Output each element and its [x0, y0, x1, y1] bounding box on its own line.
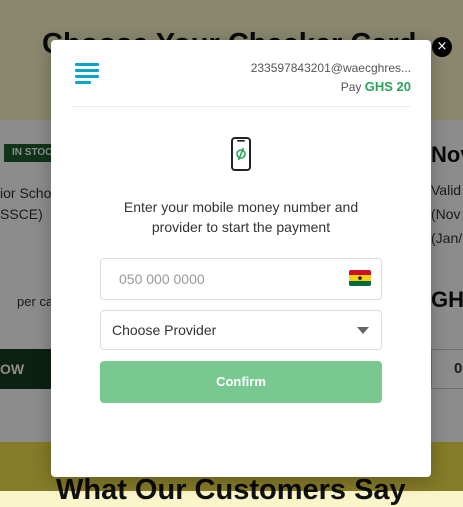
phone-number-input[interactable] [117, 259, 341, 299]
mobile-money-phone-icon [231, 137, 251, 176]
confirm-button[interactable]: Confirm [100, 361, 382, 403]
payment-modal: 233597843201@waecghres... Pay GHS 20 Ent… [51, 40, 431, 477]
header-divider [71, 106, 411, 107]
payment-instruction: Enter your mobile money number and provi… [91, 197, 391, 237]
pay-amount: GHS 20 [364, 79, 411, 94]
paystack-logo-icon [75, 63, 99, 85]
ghana-flag-icon [349, 270, 371, 286]
close-icon[interactable]: × [432, 37, 452, 57]
pay-label: Pay [340, 80, 362, 94]
customer-email: 233597843201@waecghres... [250, 61, 411, 75]
chevron-down-icon [357, 327, 369, 334]
pay-amount-line: Pay GHS 20 [341, 79, 411, 94]
provider-select[interactable]: Choose Provider [100, 310, 382, 350]
instruction-line-2: provider to start the payment [151, 219, 331, 235]
provider-select-value: Choose Provider [112, 322, 217, 338]
phone-number-field[interactable] [100, 258, 382, 300]
instruction-line-1: Enter your mobile money number and [123, 199, 359, 215]
